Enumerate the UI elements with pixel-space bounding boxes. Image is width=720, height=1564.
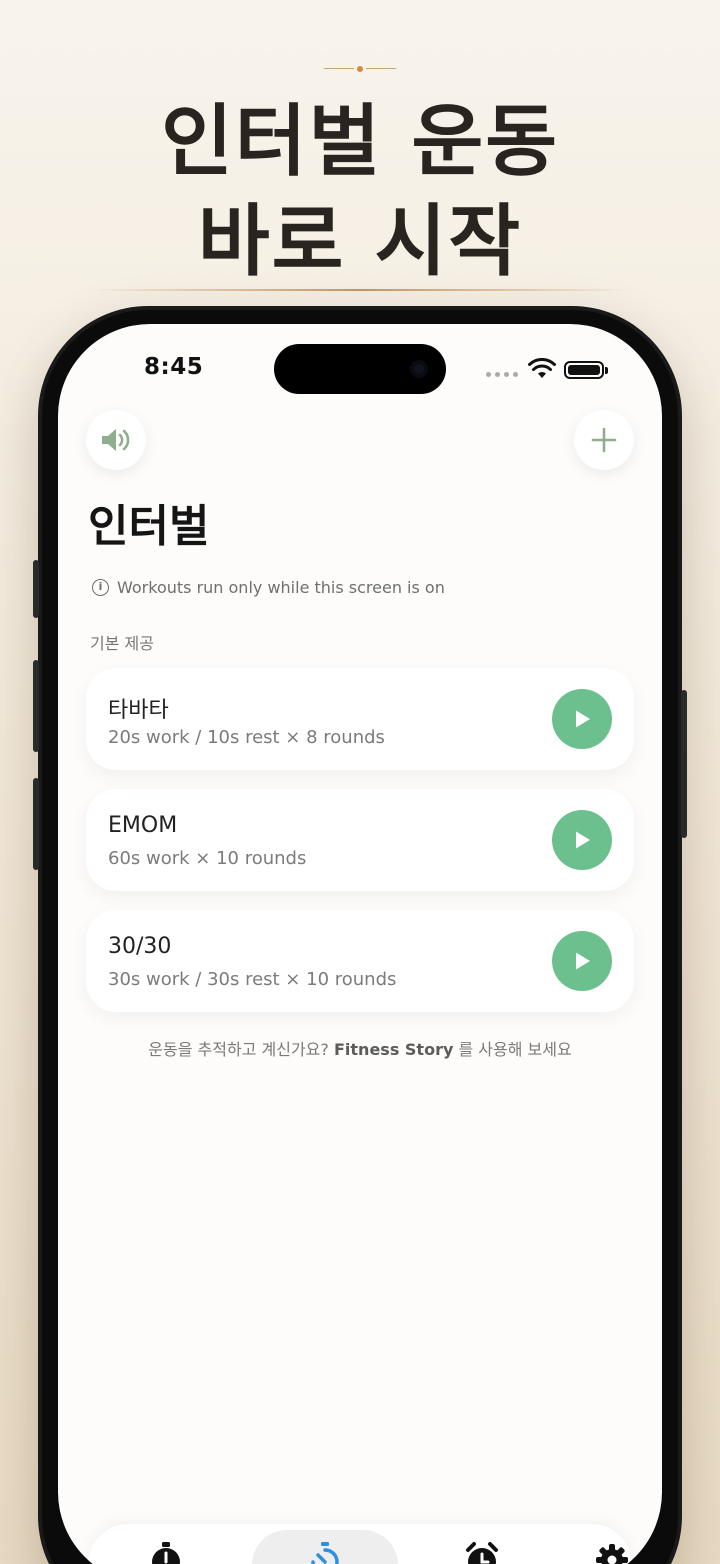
promo-suffix: 를 사용해 보세요 — [458, 1040, 572, 1059]
add-workout-button[interactable] — [574, 410, 634, 470]
workout-description: 30s work / 30s rest × 10 rounds — [108, 969, 397, 990]
workout-name: 30/30 — [108, 934, 172, 959]
header-divider — [90, 289, 630, 291]
app-screen: 8:45 인터벌 i Workouts run only while this … — [58, 324, 662, 1564]
workout-name: 타바타 — [108, 698, 169, 723]
workout-description: 20s work / 10s rest × 8 rounds — [108, 727, 385, 748]
alarm-clock-icon — [466, 1542, 498, 1564]
promo-headline: 인터벌 운동 바로 시작 — [0, 92, 720, 292]
tab-alarm[interactable] — [462, 1538, 502, 1564]
interval-timer-icon — [311, 1542, 339, 1564]
page-title: 인터벌 — [88, 501, 210, 552]
play-icon — [576, 831, 590, 849]
tab-stopwatch[interactable] — [146, 1538, 186, 1564]
battery-icon — [564, 361, 608, 379]
stopwatch-icon — [152, 1542, 180, 1564]
wifi-icon — [528, 358, 556, 378]
workout-description: 60s work × 10 rounds — [108, 848, 307, 869]
play-button[interactable] — [552, 931, 612, 991]
screen-on-notice: i Workouts run only while this screen is… — [92, 578, 445, 597]
cellular-signal-icon — [486, 372, 518, 377]
play-button[interactable] — [552, 689, 612, 749]
play-icon — [576, 952, 590, 970]
dynamic-island — [274, 344, 446, 394]
phone-power-button — [681, 690, 687, 838]
header-ornament — [320, 64, 400, 74]
promo-app-name[interactable]: Fitness Story — [334, 1040, 453, 1059]
workout-card[interactable]: 타바타 20s work / 10s rest × 8 rounds — [86, 668, 634, 770]
phone-volume-down-button — [33, 778, 39, 870]
info-icon: i — [92, 579, 109, 596]
screen-on-notice-text: Workouts run only while this screen is o… — [117, 578, 445, 597]
workout-name: EMOM — [108, 813, 178, 838]
sound-toggle-button[interactable] — [86, 410, 146, 470]
fitness-story-promo[interactable]: 운동을 추적하고 계신가요? Fitness Story 를 사용해 보세요 — [58, 1036, 662, 1060]
settings-gear-icon — [596, 1544, 628, 1564]
workout-card[interactable]: EMOM 60s work × 10 rounds — [86, 789, 634, 891]
workout-card[interactable]: 30/30 30s work / 30s rest × 10 rounds — [86, 910, 634, 1012]
camera-icon — [410, 360, 428, 378]
play-button[interactable] — [552, 810, 612, 870]
speaker-icon — [102, 429, 130, 451]
tab-bar — [88, 1524, 632, 1564]
promo-headline-line2: 바로 시작 — [197, 197, 523, 287]
play-icon — [576, 710, 590, 728]
plus-icon — [591, 427, 617, 453]
tab-settings[interactable] — [592, 1538, 632, 1564]
section-label: 기본 제공 — [90, 634, 154, 653]
phone-volume-up-button — [33, 660, 39, 752]
status-time: 8:45 — [144, 354, 204, 380]
phone-action-button — [33, 560, 39, 618]
tab-interval[interactable] — [305, 1538, 345, 1564]
promo-prefix: 운동을 추적하고 계신가요? — [148, 1040, 329, 1059]
promo-headline-line1: 인터벌 운동 — [161, 97, 559, 187]
